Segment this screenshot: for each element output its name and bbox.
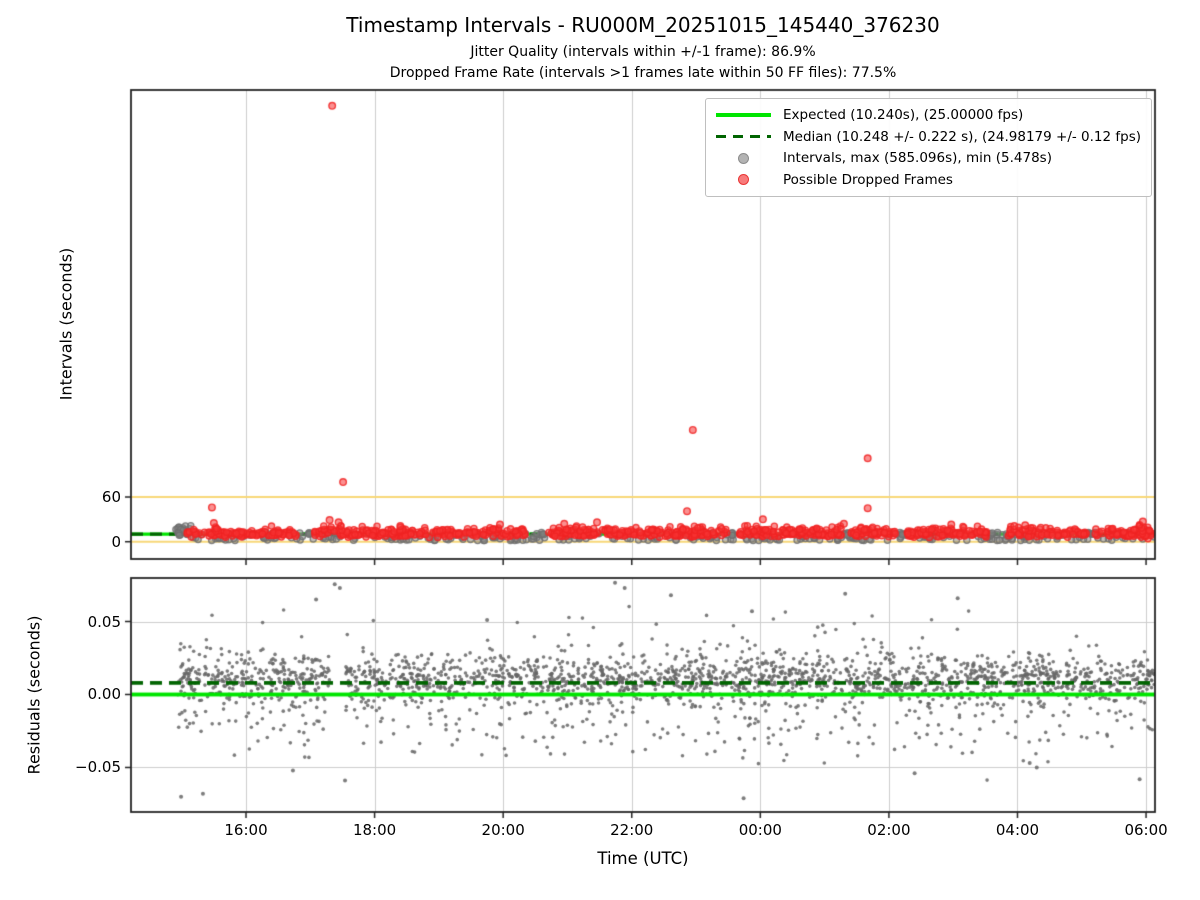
expected-line-swatch-icon [716,113,771,117]
chart-title: Timestamp Intervals - RU000M_20251015_14… [346,13,940,37]
legend-label-median: Median (10.248 +/- 0.222 s), (24.98179 +… [783,128,1142,145]
residuals-ytick-neg: −0.05 [75,758,121,777]
legend-item-median: Median (10.248 +/- 0.222 s), (24.98179 +… [716,128,1141,146]
residuals-axis-label: Residuals (seconds) [24,615,44,775]
timestamp-intervals-figure: Timestamp Intervals - RU000M_20251015_14… [0,0,1200,900]
xtick-2200: 22:00 [610,821,654,839]
legend-item-dropped: Possible Dropped Frames [716,171,1141,189]
jitter-quality-subtitle: Jitter Quality (intervals within +/-1 fr… [470,44,816,60]
legend-label-expected: Expected (10.240s), (25.00000 fps) [783,107,1024,123]
xtick-0600: 06:00 [1124,821,1168,839]
median-line-swatch-icon [716,134,771,139]
legend: Expected (10.240s), (25.00000 fps) Media… [705,98,1152,197]
xtick-0400: 04:00 [995,821,1040,839]
residuals-ytick-pos: 0.05 [87,612,121,631]
residuals-ytick-zero: 0.00 [87,685,121,704]
legend-item-expected: Expected (10.240s), (25.00000 fps) [716,106,1141,124]
legend-label-intervals: Intervals, max (585.096s), min (5.478s) [783,150,1052,166]
xtick-2000: 20:00 [481,821,525,839]
intervals-axis-label: Intervals (seconds) [56,247,76,401]
xtick-0000: 00:00 [738,821,782,839]
legend-item-intervals: Intervals, max (585.096s), min (5.478s) [716,149,1141,167]
xtick-1600: 16:00 [224,821,268,839]
xtick-0200: 02:00 [867,821,911,839]
legend-label-dropped: Possible Dropped Frames [783,171,953,188]
interval-dot-swatch-icon [738,152,749,164]
dropped-frame-subtitle: Dropped Frame Rate (intervals >1 frames … [389,65,897,81]
xtick-1800: 18:00 [352,821,397,839]
dropped-dot-swatch-icon [738,174,749,185]
time-axis-label: Time (UTC) [597,849,689,868]
intervals-ytick-60: 60 [101,488,121,506]
intervals-ytick-0: 0 [111,532,121,551]
